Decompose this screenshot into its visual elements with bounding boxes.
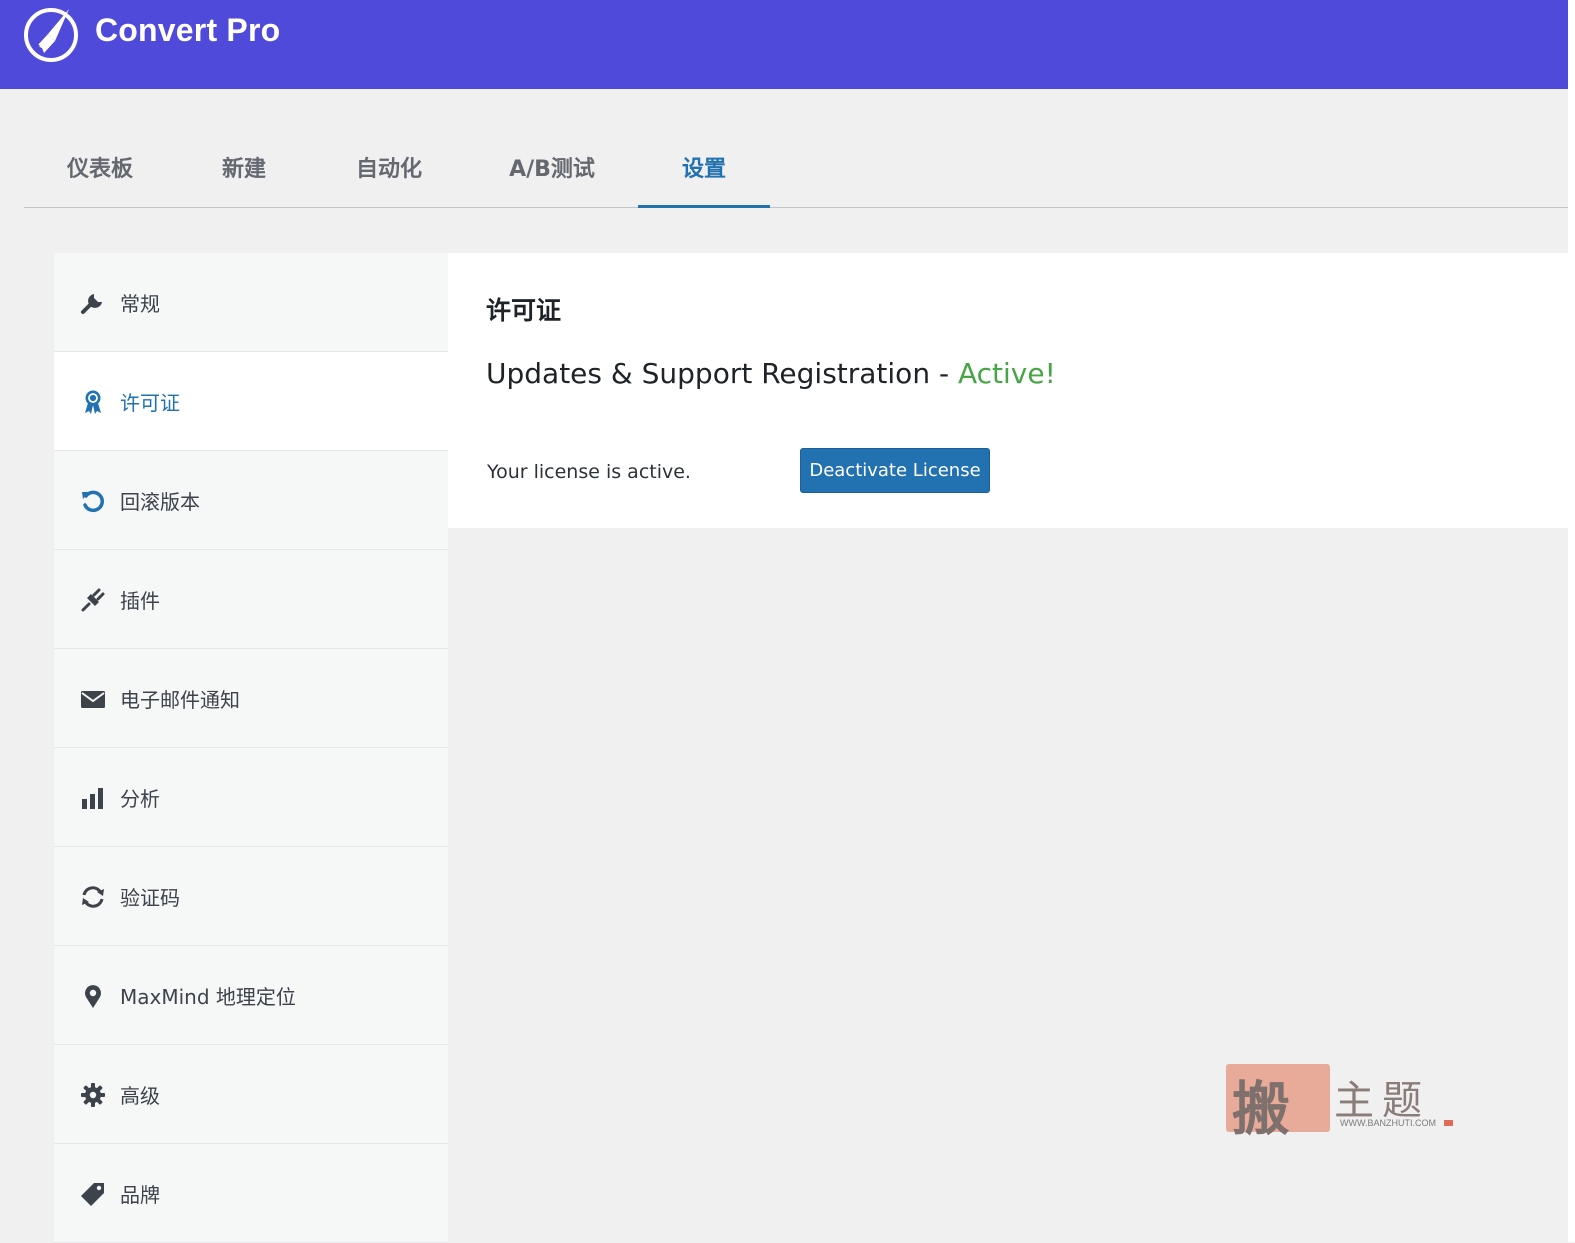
sidebar-item-rollback[interactable]: 回滚版本 — [54, 451, 448, 550]
sidebar-item-label: MaxMind 地理定位 — [120, 985, 296, 1009]
sidebar-item-branding[interactable]: 品牌 — [54, 1144, 448, 1243]
top-header-bar: Convert Pro — [0, 0, 1568, 89]
main-nav-tabs: 仪表板 新建 自动化 A/B测试 设置 — [24, 130, 1568, 208]
sidebar-item-plugins[interactable]: 插件 — [54, 550, 448, 649]
right-edge-strip — [1568, 0, 1575, 1242]
sidebar-item-license[interactable]: 许可证 — [54, 352, 448, 451]
sidebar-item-analytics[interactable]: 分析 — [54, 748, 448, 847]
rollback-icon — [82, 490, 104, 513]
award-ribbon-icon — [85, 390, 101, 414]
license-panel: 许可证 Updates & Support Registration - Act… — [448, 253, 1568, 528]
sidebar-item-label: 插件 — [120, 589, 160, 613]
tag-icon — [81, 1183, 104, 1206]
sidebar-item-label: 分析 — [120, 787, 160, 811]
sidebar-item-maxmind-geolocation[interactable]: MaxMind 地理定位 — [54, 946, 448, 1045]
registration-status-active: Active! — [957, 357, 1056, 390]
sidebar-item-label: 品牌 — [120, 1183, 160, 1207]
app-brand-title[interactable]: Convert Pro — [95, 12, 280, 49]
tab-new[interactable]: 新建 — [212, 130, 276, 207]
settings-sidebar: 常规 许可证 回滚版本 插件 电子邮件通知 分析 验证码 MaxMind 地理定… — [54, 253, 448, 1243]
watermark-stamp-char: 搬 — [1232, 1075, 1291, 1143]
bar-chart-icon — [82, 788, 103, 809]
sidebar-item-label: 验证码 — [120, 886, 180, 910]
license-status-text: Your license is active. — [487, 461, 691, 483]
site-watermark: 搬 主题 WWW.BANZHUTI.COM — [1226, 1064, 1458, 1143]
deactivate-license-button[interactable]: Deactivate License — [800, 448, 990, 493]
license-section-title: 许可证 — [486, 296, 562, 325]
envelope-icon — [81, 691, 105, 708]
rocket-logo-icon[interactable] — [22, 4, 80, 62]
tab-settings[interactable]: 设置 — [638, 130, 770, 208]
sidebar-item-label: 高级 — [120, 1084, 160, 1108]
watermark-dot — [1444, 1120, 1453, 1126]
sidebar-item-captcha[interactable]: 验证码 — [54, 847, 448, 946]
registration-heading-text: Updates & Support Registration - — [486, 357, 958, 390]
tab-dashboard[interactable]: 仪表板 — [58, 130, 142, 207]
sidebar-item-label: 许可证 — [120, 391, 180, 415]
watermark-url: WWW.BANZHUTI.COM — [1340, 1118, 1436, 1128]
refresh-icon — [82, 886, 104, 908]
sidebar-item-general[interactable]: 常规 — [54, 253, 448, 352]
wrench-icon — [81, 294, 102, 314]
sidebar-item-label: 常规 — [120, 292, 160, 316]
location-pin-icon — [85, 985, 101, 1008]
sidebar-item-email-notifications[interactable]: 电子邮件通知 — [54, 649, 448, 748]
sidebar-item-advanced[interactable]: 高级 — [54, 1045, 448, 1144]
tab-ab-testing[interactable]: A/B测试 — [500, 130, 604, 207]
sidebar-item-label: 电子邮件通知 — [120, 688, 240, 712]
plugin-plug-icon — [81, 588, 105, 612]
gear-icon — [81, 1083, 105, 1107]
sidebar-item-label: 回滚版本 — [120, 490, 200, 514]
watermark-stamp: 搬 — [1226, 1064, 1330, 1143]
registration-heading: Updates & Support Registration - Active! — [486, 357, 1056, 390]
tab-automation[interactable]: 自动化 — [344, 130, 434, 207]
